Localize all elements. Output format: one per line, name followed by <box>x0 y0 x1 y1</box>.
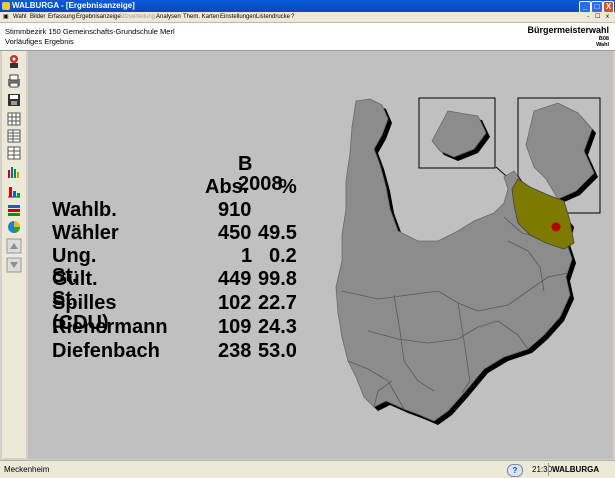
status-location: Meckenheim <box>4 465 50 474</box>
menu-wahl[interactable]: Wahl <box>13 12 26 22</box>
left-toolbar <box>2 51 26 458</box>
row-pct: 22.7 <box>258 292 297 314</box>
column-pct-header: % <box>279 176 297 198</box>
menu-ergebnisanzeige[interactable]: Ergebnisanzeige <box>76 12 121 22</box>
window-titlebar: WALBURGA - [Ergebnisanzeige] _ □ X <box>0 0 615 13</box>
row-abs: 109 <box>218 316 252 338</box>
status-bar: Meckenheim ? 21:30 WALBURGA <box>0 460 615 478</box>
menu-bar: ▣ Wahl Bilder Erfassung Ergebnisanzeige … <box>0 12 615 23</box>
table-grid-icon[interactable] <box>6 111 22 127</box>
help-icon[interactable]: ? <box>507 464 523 477</box>
arrow-down-icon[interactable] <box>6 257 22 273</box>
app-icon <box>2 2 10 10</box>
election-title: Bürgermeisterwahl <box>527 25 609 35</box>
status-separator <box>548 463 549 476</box>
map-view-icon[interactable] <box>6 219 22 235</box>
menu-sitzverteilung: Sitzverteilung <box>119 14 156 20</box>
detail-grid-icon[interactable] <box>6 145 22 161</box>
wizard-icon[interactable] <box>6 54 22 70</box>
mdi-controls[interactable]: - ☐ x <box>587 12 611 22</box>
print-icon[interactable] <box>6 73 22 89</box>
menu-them-karten[interactable]: Them. Karten <box>183 12 219 22</box>
info-header: Stimmbezirk 150 Gemeinschafts-Grundschul… <box>0 23 615 51</box>
row-label: Wähler <box>52 222 119 244</box>
status-app: WALBURGA <box>552 465 600 474</box>
row-abs: 450 <box>218 222 252 244</box>
row-abs: 238 <box>218 340 252 362</box>
menu-erfassung[interactable]: Erfassung <box>48 12 75 22</box>
menu-help[interactable]: ? <box>291 12 294 22</box>
arrow-up-icon[interactable] <box>6 238 22 254</box>
district-map[interactable] <box>308 91 613 461</box>
row-label: Diefenbach <box>52 340 160 362</box>
district-name: Stimmbezirk 150 Gemeinschafts-Grundschul… <box>5 27 175 36</box>
row-abs: 102 <box>218 292 252 314</box>
result-status: Vorläufiges Ergebnis <box>5 37 74 46</box>
stacked-bar-icon[interactable] <box>6 202 22 218</box>
column-chart-icon[interactable] <box>6 183 22 199</box>
row-label: Rienermann <box>52 316 168 338</box>
results-display: B 2008 Abs. % Wahlb. 910 Wähler 450 49.5… <box>28 51 613 459</box>
save-icon[interactable] <box>6 92 22 108</box>
row-pct: 24.3 <box>258 316 297 338</box>
row-abs: 910 <box>218 199 252 221</box>
row-pct: 53.0 <box>258 340 297 362</box>
bar-chart-icon[interactable] <box>6 164 22 180</box>
menu-app-icon[interactable]: ▣ <box>3 12 9 22</box>
menu-einstellungen[interactable]: Einstellungen <box>220 12 256 22</box>
election-code: B08 Wahl <box>596 36 609 48</box>
menu-bilder[interactable]: Bilder <box>30 12 45 22</box>
row-pct: 49.5 <box>258 222 297 244</box>
row-pct: 99.8 <box>258 268 297 290</box>
polling-station-marker[interactable] <box>551 222 561 232</box>
menu-listendrucke[interactable]: Listendrucke <box>256 12 290 22</box>
status-time: 21:30 <box>532 465 553 474</box>
menu-analysen[interactable]: Analysen <box>156 12 181 22</box>
list-grid-icon[interactable] <box>6 128 22 144</box>
row-pct: 0.2 <box>269 245 297 267</box>
column-abs-header: Abs. <box>205 176 249 198</box>
row-abs: 449 <box>218 268 252 290</box>
row-abs: 1 <box>241 245 253 267</box>
row-label: Wahlb. <box>52 199 117 221</box>
window-title: WALBURGA - [Ergebnisanzeige] <box>12 1 135 10</box>
